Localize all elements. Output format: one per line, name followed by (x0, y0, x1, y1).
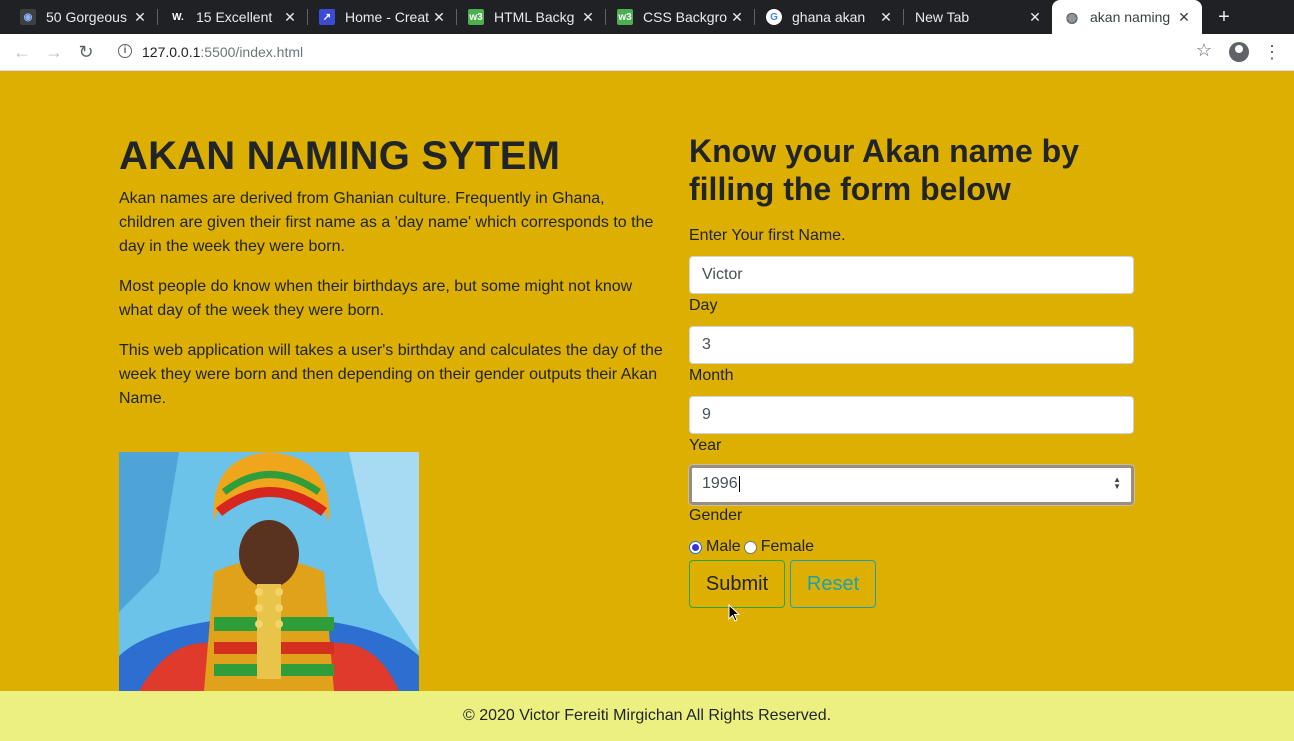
male-radio-label: Male (706, 538, 741, 555)
info-icon[interactable]: i (118, 44, 132, 58)
close-icon[interactable]: ✕ (1176, 9, 1192, 25)
day-input[interactable]: 3 (689, 326, 1134, 364)
intro-paragraph: Most people do know when their birthdays… (119, 278, 633, 319)
gender-radio-group: Male Female (689, 538, 814, 556)
number-spinner-icon[interactable]: ▲ ▼ (1113, 476, 1121, 491)
profile-avatar-icon[interactable] (1229, 42, 1249, 62)
close-icon[interactable]: ✕ (729, 9, 745, 25)
text-caret (738, 475, 740, 492)
close-icon[interactable]: ✕ (1027, 9, 1043, 25)
first-name-input[interactable]: Victor (689, 256, 1134, 294)
browser-tab-active[interactable]: ◍ akan naming ✕ (1052, 0, 1202, 34)
intro-paragraph: This web application will takes a user's… (119, 342, 663, 407)
w3schools-icon: w3 (468, 9, 484, 25)
globe-icon: ◍ (1065, 8, 1079, 25)
submit-button[interactable]: Submit (689, 560, 785, 608)
tab-favicon-3: ↗ (319, 9, 335, 25)
address-bar[interactable]: i 127.0.0.1:5500/index.html ☆ (108, 37, 1220, 67)
page-title: AKAN NAMING SYTEM (119, 134, 561, 178)
browser-tab[interactable]: w3 CSS Backgro ✕ (597, 0, 755, 34)
year-input[interactable]: 1996 ▲ ▼ (689, 465, 1134, 505)
tab-favicon-1: ◉ (20, 9, 36, 25)
menu-dots-icon[interactable]: ⋮ (1262, 40, 1282, 64)
first-name-label: Enter Your first Name. (689, 227, 846, 244)
google-icon: G (766, 9, 782, 25)
close-icon[interactable]: ✕ (132, 9, 148, 25)
day-label: Day (689, 297, 718, 314)
month-label: Month (689, 367, 734, 384)
year-label: Year (689, 437, 722, 454)
browser-tab[interactable]: w3 HTML Backg ✕ (448, 0, 606, 34)
intro-paragraph: Akan names are derived from Ghanian cult… (119, 190, 654, 255)
close-icon[interactable]: ✕ (580, 9, 596, 25)
copyright-text: © 2020 Victor Fereiti Mirgichan All Righ… (462, 707, 832, 724)
gender-label: Gender (689, 507, 743, 524)
url-text[interactable]: 127.0.0.1:5500/index.html (142, 44, 303, 60)
child-kente-photo (119, 452, 419, 691)
browser-tab[interactable]: W. 15 Excellent ✕ (150, 0, 308, 34)
w3schools-icon: w3 (617, 9, 633, 25)
female-radio-label: Female (760, 538, 815, 555)
child-kente-illustration (119, 452, 419, 691)
browser-tab[interactable]: ◉ 50 Gorgeous ✕ (0, 0, 158, 34)
male-radio[interactable] (689, 540, 702, 554)
forward-arrow-icon[interactable]: → (42, 40, 66, 64)
browser-tab[interactable]: G ghana akan ✕ (746, 0, 904, 34)
reset-button[interactable]: Reset (790, 560, 876, 608)
close-icon[interactable]: ✕ (878, 9, 894, 25)
browser-tab[interactable]: New Tab ✕ (895, 0, 1053, 34)
close-icon[interactable]: ✕ (431, 9, 447, 25)
reload-icon[interactable]: ↻ (74, 40, 98, 64)
browser-toolbar: ← → ↻ i 127.0.0.1:5500/index.html ☆ ⋮ (0, 34, 1294, 71)
female-radio[interactable] (743, 540, 757, 554)
page-footer: © 2020 Victor Fereiti Mirgichan All Righ… (0, 691, 1294, 741)
bookmark-star-icon[interactable]: ☆ (1196, 40, 1212, 61)
form-title: Know your Akan name by filling the form … (689, 133, 1079, 207)
browser-tab[interactable]: ↗ Home - Creat ✕ (299, 0, 457, 34)
month-input[interactable]: 9 (689, 396, 1134, 434)
new-tab-button[interactable]: + (1212, 5, 1236, 29)
tab-favicon-w: W. (170, 9, 186, 25)
browser-tab-strip: ◉ 50 Gorgeous ✕ W. 15 Excellent ✕ ↗ Home… (0, 0, 1294, 34)
close-icon[interactable]: ✕ (282, 9, 298, 25)
back-arrow-icon[interactable]: ← (10, 40, 34, 64)
